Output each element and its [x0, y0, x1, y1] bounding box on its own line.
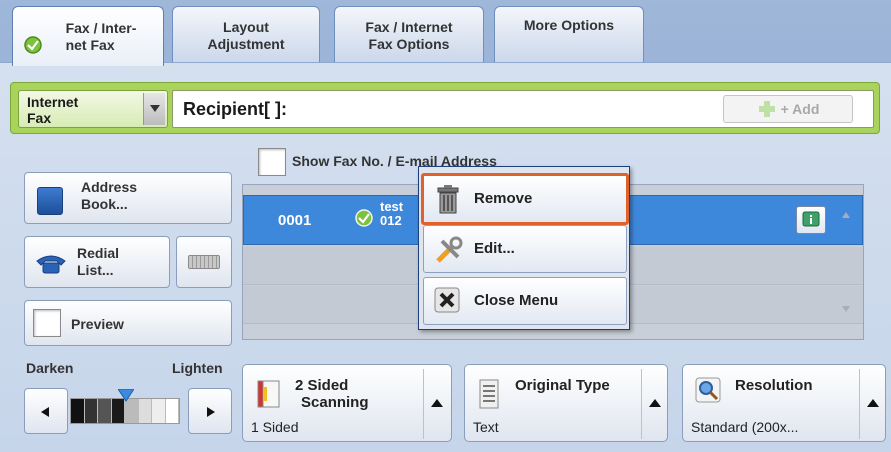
redial-list-button[interactable]: Redial List... [24, 236, 170, 288]
scroll-down-icon[interactable] [828, 266, 864, 336]
list-item-name: test [380, 199, 404, 214]
address-book-label: Address [81, 179, 138, 195]
check-icon [24, 36, 42, 54]
address-book-label: Book... [81, 196, 128, 212]
remove-label: Remove [474, 190, 533, 207]
tab-label: More Options [523, 17, 615, 33]
info-button[interactable] [796, 206, 826, 234]
close-icon [434, 287, 460, 313]
preview-checkbox [33, 309, 61, 337]
keyboard-icon [188, 255, 220, 269]
add-label: + Add [780, 101, 820, 117]
phone-icon [36, 255, 66, 274]
density-marker-icon [118, 389, 134, 402]
close-menu-label: Close Menu [474, 292, 559, 309]
address-book-button[interactable]: Address Book... [24, 172, 232, 224]
address-type-select[interactable]: Internet Fax [18, 90, 168, 128]
edit-label: Edit... [474, 240, 515, 257]
document-icon [479, 379, 499, 409]
remove-menu-item[interactable]: Remove [421, 173, 629, 225]
address-book-icon [37, 187, 63, 215]
list-item-number: 0001 [278, 212, 312, 229]
redial-label: Redial [77, 245, 120, 261]
two-sided-scanning-button[interactable]: 2 Sided Scanning 1 Sided [242, 364, 452, 442]
option-title: Original Type [515, 377, 610, 394]
tab-label: Fax / Internet [365, 18, 453, 35]
option-value: Text [473, 419, 499, 435]
tab-label: Fax Options [368, 35, 450, 52]
scroll-up-icon[interactable] [828, 188, 864, 258]
check-icon [355, 209, 373, 227]
preview-label: Preview [71, 316, 124, 332]
recipient-label: Recipient[ ]: [183, 99, 288, 119]
tab-fax-internet-fax-options[interactable]: Fax / Internet Fax Options [334, 6, 484, 64]
tab-label: Adjustment [207, 35, 285, 52]
darken-button[interactable] [24, 388, 68, 434]
option-value: 1 Sided [251, 419, 299, 435]
option-title: Scanning [301, 394, 369, 411]
tab-label: net Fax [65, 36, 115, 53]
keyboard-button[interactable] [176, 236, 232, 288]
tab-label: Layout [223, 18, 269, 35]
tab-label: Fax / Inter- [65, 19, 137, 36]
show-fax-checkbox[interactable] [258, 148, 286, 176]
trash-icon [437, 185, 459, 214]
context-menu: Remove Edit... Close Menu [418, 166, 630, 330]
chevron-up-icon [423, 369, 449, 439]
magnifier-icon [695, 377, 721, 403]
list-scrollbar[interactable] [828, 184, 864, 340]
lighten-button[interactable] [188, 388, 232, 434]
fax-screen: Fax / Inter- net Fax Layout Adjustment F… [0, 0, 891, 452]
add-button[interactable]: + Add [723, 95, 853, 123]
edit-menu-item[interactable]: Edit... [423, 225, 627, 273]
tab-more-options[interactable]: More Options [494, 6, 644, 64]
option-title: 2 Sided [295, 377, 349, 394]
darken-label: Darken [26, 360, 74, 376]
resolution-button[interactable]: Resolution Standard (200x... [682, 364, 886, 442]
close-menu-item[interactable]: Close Menu [423, 277, 627, 325]
original-type-button[interactable]: Original Type Text [464, 364, 668, 442]
option-value: Standard (200x... [691, 419, 799, 435]
tab-layout-adjustment[interactable]: Layout Adjustment [172, 6, 320, 64]
info-icon [802, 211, 820, 227]
chevron-up-icon [859, 369, 885, 439]
recipient-field[interactable]: Recipient[ ]: + Add [172, 90, 874, 128]
preview-button[interactable]: Preview [24, 300, 232, 346]
tools-icon [436, 236, 463, 263]
tab-fax-internet-fax[interactable]: Fax / Inter- net Fax [12, 6, 164, 66]
option-title: Resolution [735, 377, 813, 394]
lighten-label: Lighten [172, 360, 223, 376]
redial-label: List... [77, 262, 114, 278]
two-sided-icon [257, 380, 280, 408]
dropdown-arrow-icon [143, 93, 165, 125]
list-item-detail: 012 [380, 213, 402, 228]
add-recipient-icon [758, 101, 775, 117]
chevron-up-icon [641, 369, 667, 439]
